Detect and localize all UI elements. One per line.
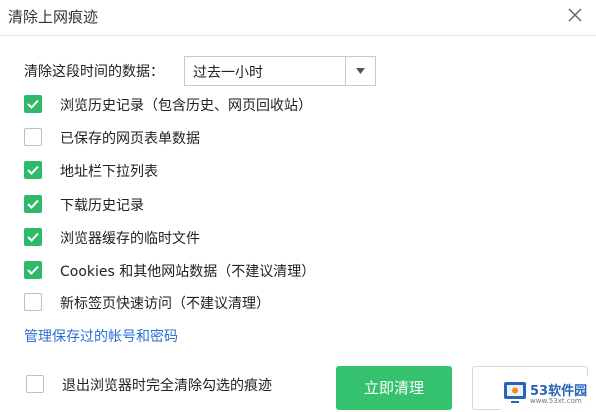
watermark-url: www.53xt.com: [530, 397, 582, 405]
cookies-label: Cookies 和其他网站数据（不建议清理）: [60, 264, 316, 280]
exit-clear-label: 退出浏览器时完全清除勾选的痕迹: [62, 378, 272, 394]
clear-now-button[interactable]: 立即清理: [336, 366, 452, 410]
clear-browsing-data-dialog: 清除上网痕迹 清除这段时间的数据： 过去一小时 浏览历史记录（包含历史、网页回收…: [0, 0, 596, 412]
exit-clear-checkbox[interactable]: [26, 375, 44, 393]
address-bar-label: 地址栏下拉列表: [60, 164, 158, 180]
download-history-checkbox[interactable]: [24, 195, 42, 213]
dialog-title: 清除上网痕迹: [8, 8, 99, 26]
new-tab-quick-access-checkbox[interactable]: [24, 293, 42, 311]
watermark-logo: 53软件园 www.53xt.com: [500, 376, 588, 410]
dropdown-arrow-icon[interactable]: [345, 57, 375, 85]
close-icon[interactable]: [564, 4, 586, 26]
cache-files-checkbox[interactable]: [24, 228, 42, 246]
time-range-label: 清除这段时间的数据：: [24, 64, 164, 80]
manage-passwords-link[interactable]: 管理保存过的帐号和密码: [24, 326, 178, 346]
cache-files-label: 浏览器缓存的临时文件: [60, 231, 200, 247]
site-logo-icon: [502, 379, 528, 405]
new-tab-quick-access-label: 新标签页快速访问（不建议清理）: [60, 296, 270, 312]
form-data-checkbox[interactable]: [24, 128, 42, 146]
cookies-checkbox[interactable]: [24, 261, 42, 279]
time-range-value: 过去一小时: [193, 65, 263, 81]
title-bar: 清除上网痕迹: [0, 0, 596, 36]
time-range-select[interactable]: 过去一小时: [184, 56, 376, 86]
browsing-history-label: 浏览历史记录（包含历史、网页回收站）: [60, 98, 312, 114]
browsing-history-checkbox[interactable]: [24, 95, 42, 113]
download-history-label: 下载历史记录: [60, 198, 144, 214]
address-bar-checkbox[interactable]: [24, 161, 42, 179]
form-data-label: 已保存的网页表单数据: [60, 131, 200, 147]
